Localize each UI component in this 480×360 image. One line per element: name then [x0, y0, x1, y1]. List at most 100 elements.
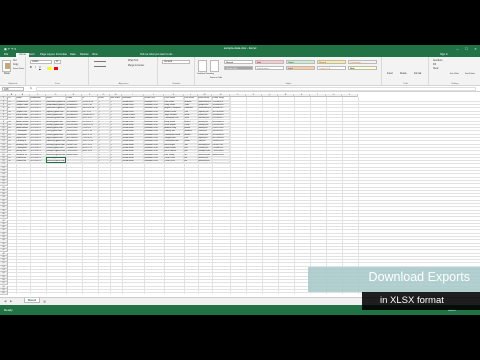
name-box[interactable]: A38 — [2, 87, 24, 91]
tab-insert[interactable]: Insert — [28, 53, 35, 56]
font-name-select[interactable]: Calibri — [30, 60, 52, 64]
number-format-select[interactable]: General — [162, 60, 190, 64]
cell-style-linked-cell[interactable]: Linked Cell — [317, 66, 346, 70]
table-cell[interactable] — [212, 160, 230, 164]
conditional-formatting-button[interactable] — [198, 60, 207, 72]
column-header[interactable]: S — [294, 94, 310, 98]
align-left-icon[interactable] — [94, 66, 106, 67]
selection-outline — [46, 156, 66, 164]
cell-style-input[interactable]: Input — [286, 66, 315, 70]
xlsx-format-caption: in XLSX format — [362, 292, 480, 310]
wrap-text-button[interactable]: Wrap Text — [128, 60, 138, 62]
table-cell[interactable]: 2017-03-21 — [30, 160, 46, 164]
cell-style-explanatory[interactable]: Explanatory ... — [255, 66, 284, 70]
fill-color-icon[interactable] — [47, 67, 51, 70]
tell-me-search[interactable]: Tell me what you want to do... — [140, 53, 174, 56]
bold-button[interactable]: B — [30, 67, 32, 69]
editing-label: Editing — [451, 83, 459, 85]
cell-style-note[interactable]: Note — [348, 66, 377, 70]
format-as-table-button[interactable] — [210, 60, 219, 72]
column-header[interactable]: U — [326, 94, 342, 98]
sort-filter-button[interactable]: Sort & Filter — [450, 73, 459, 75]
cell-style-good[interactable]: Good — [286, 60, 315, 64]
minimize-button[interactable]: – — [453, 45, 462, 52]
column-header[interactable]: V — [342, 94, 358, 98]
table-cell[interactable]: Graduate 2016 — [144, 160, 164, 164]
format-cells-button[interactable]: Format — [414, 73, 421, 75]
ribbon: Paste Cut Copy Format Painter Clipboard … — [0, 57, 480, 86]
scroll-right-icon[interactable]: ▶ — [10, 299, 12, 303]
cell-style-neutral[interactable]: Neutral — [317, 60, 346, 64]
underline-button[interactable]: U — [39, 67, 41, 69]
align-top-icon[interactable] — [94, 61, 106, 62]
font-color-icon[interactable] — [54, 67, 58, 70]
table-cell[interactable]: raniciah@ex — [198, 160, 212, 164]
number-group: General Number — [159, 57, 195, 86]
cell-style-check-cell[interactable]: Check Cell — [224, 66, 253, 70]
column-header[interactable]: R — [278, 94, 294, 98]
table-cell[interactable] — [82, 160, 98, 164]
row-header[interactable]: 60 — [0, 292, 8, 296]
merge-center-button[interactable]: Merge & Center — [128, 65, 144, 67]
close-button[interactable]: × — [471, 45, 480, 52]
cell-style-bad[interactable]: Bad — [255, 60, 284, 64]
column-header[interactable]: O — [230, 94, 246, 98]
format-as-table-label: Format as Table — [210, 77, 223, 79]
delete-cells-button[interactable]: Delete — [400, 73, 407, 75]
alignment-label: Alignment — [118, 83, 129, 85]
fill-button[interactable]: Fill — [433, 64, 436, 66]
table-cell[interactable]: 5 — [98, 160, 110, 164]
sheet-tab-sheet1[interactable]: Sheet1 — [24, 298, 40, 303]
table-cell[interactable]: 5 — [110, 160, 122, 164]
fx-icon[interactable]: fx — [30, 87, 32, 90]
tab-data[interactable]: Data — [70, 53, 75, 56]
copy-button[interactable]: Copy — [13, 64, 18, 66]
table-cell[interactable]: 26 — [8, 160, 16, 164]
cell-style-calculation[interactable]: Calculation — [348, 60, 377, 64]
table-cell[interactable]: Ha — [184, 160, 198, 164]
find-select-button[interactable]: Find & Select — [465, 73, 475, 75]
formula-bar: A38 fx — [0, 86, 480, 92]
table-cell[interactable]: School Math — [122, 160, 144, 164]
format-painter-button[interactable]: Format Painter — [13, 68, 24, 70]
font-size-select[interactable]: 11 — [54, 60, 61, 64]
add-sheet-icon[interactable]: ⊕ — [43, 299, 46, 304]
column-header[interactable]: T — [310, 94, 326, 98]
tab-view[interactable]: View — [92, 53, 98, 56]
cell-style-normal[interactable]: Normal — [224, 60, 253, 64]
alignment-group: Wrap Text Merge & Center Alignment — [90, 57, 158, 86]
italic-button[interactable]: I — [35, 67, 36, 69]
paste-label: Paste — [4, 73, 10, 75]
paste-button[interactable] — [2, 60, 11, 72]
insert-cells-button[interactable]: Insert — [387, 73, 393, 75]
tab-page-layout[interactable]: Page Layout — [40, 53, 55, 56]
table-cell[interactable] — [66, 160, 82, 164]
tab-formulas[interactable]: Formulas — [56, 53, 67, 56]
tab-file[interactable]: File — [4, 53, 8, 56]
font-label: Font — [55, 83, 60, 85]
clear-button[interactable]: Clear — [433, 68, 439, 70]
font-group: Calibri 11 B I U Font — [27, 57, 89, 86]
column-header[interactable]: P — [246, 94, 262, 98]
formula-input[interactable] — [36, 87, 476, 91]
clipboard-label: Clipboard — [7, 83, 18, 85]
download-exports-caption: Download Exports — [308, 267, 480, 292]
caption-line-1: Download Exports — [368, 270, 470, 284]
column-header[interactable]: Q — [262, 94, 278, 98]
scroll-left-icon[interactable]: ◀ — [4, 299, 6, 303]
quick-access-toolbar[interactable]: ▣ ↶ ↷ ▾ — [4, 47, 16, 51]
styles-label: Styles — [285, 83, 292, 85]
restore-button[interactable]: □ — [462, 45, 471, 52]
editing-group: AutoSum Fill Clear Sort & Filter Find & … — [430, 57, 480, 86]
sign-in-link[interactable]: Sign in — [440, 53, 448, 56]
table-cell[interactable]: Ranicia Ha — [16, 160, 30, 164]
status-ready: Ready — [4, 308, 13, 312]
paste-icon — [5, 63, 10, 69]
cells-group: Insert Delete Format Cells — [383, 57, 429, 86]
cut-button[interactable]: Cut — [13, 60, 17, 62]
number-label: Number — [172, 83, 181, 85]
autosum-button[interactable]: AutoSum — [433, 60, 442, 62]
cells-label: Cells — [403, 83, 408, 85]
table-cell[interactable]: Oscar Price — [164, 160, 184, 164]
tab-review[interactable]: Review — [80, 53, 89, 56]
